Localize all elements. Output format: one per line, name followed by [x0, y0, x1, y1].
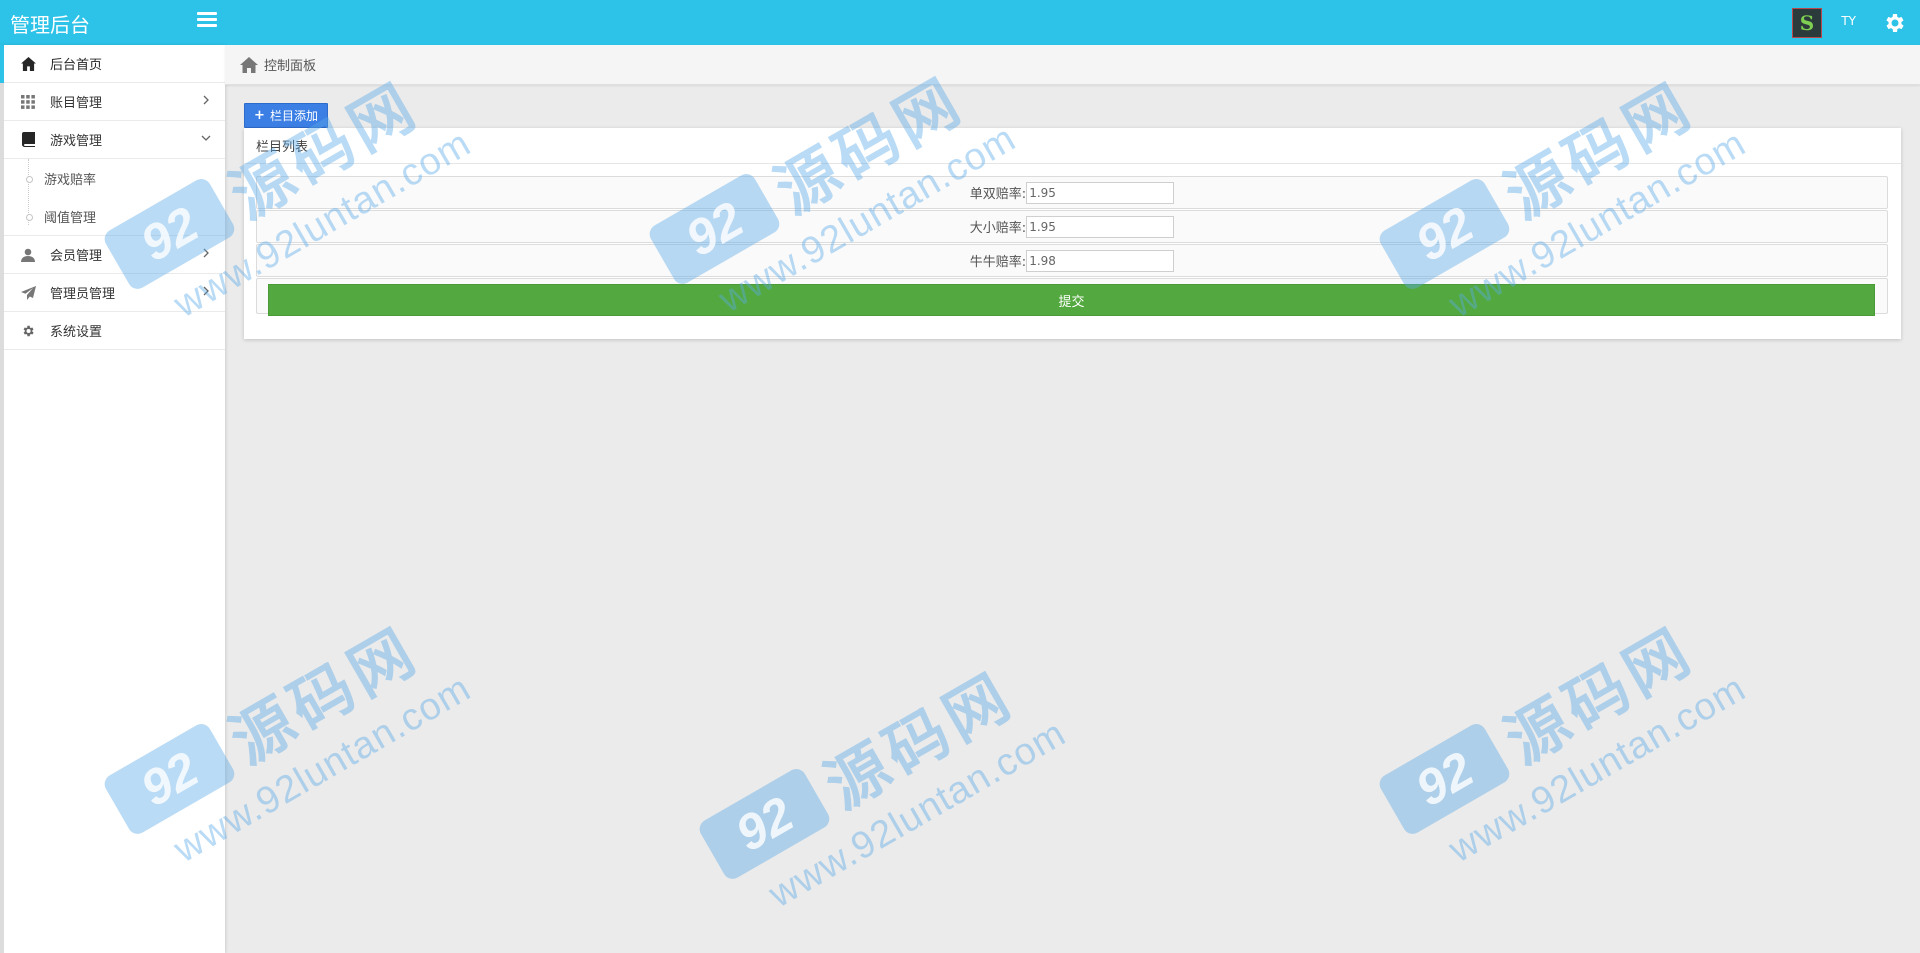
submit-row: 提交: [256, 278, 1888, 316]
chevron-right-icon: [203, 248, 209, 258]
submit-button[interactable]: 提交: [268, 284, 1875, 316]
sidebar-item-label: 后台首页: [50, 58, 103, 73]
sidebar-item-accounts[interactable]: 账目管理: [4, 83, 225, 121]
avatar[interactable]: S: [1792, 8, 1822, 38]
chevron-down-icon: [201, 135, 211, 141]
sidebar-item-members[interactable]: 会员管理: [4, 236, 225, 274]
home-icon[interactable]: [240, 56, 258, 73]
big-small-odds-input[interactable]: [1026, 215, 1175, 238]
sidebar-item-home[interactable]: 后台首页: [0, 45, 225, 83]
plus-icon: +: [254, 108, 265, 123]
sidebar-item-settings[interactable]: 系统设置: [4, 312, 225, 350]
chevron-right-icon: [203, 286, 209, 296]
watermark: 92 源码网 www.92luntan.com: [1370, 588, 1754, 887]
book-icon: [20, 132, 36, 148]
niuniu-odds-input[interactable]: [1026, 249, 1175, 272]
breadcrumb-label[interactable]: 控制面板: [264, 55, 316, 74]
sidebar-item-label: 账目管理: [50, 96, 103, 111]
menu-toggle-icon[interactable]: [197, 12, 217, 30]
top-navbar: 管理后台 S TY: [0, 0, 1920, 45]
games-submenu: 游戏赔率 阈值管理: [4, 159, 225, 236]
grid-icon: [20, 94, 36, 110]
username[interactable]: TY: [1841, 14, 1856, 28]
sidebar-item-label: 游戏管理: [50, 134, 103, 149]
breadcrumb: 控制面板: [225, 45, 1920, 85]
odd-even-odds-input[interactable]: [1026, 181, 1175, 204]
add-column-label: 栏目添加: [269, 109, 318, 123]
gear-icon: [20, 323, 36, 339]
column-list-panel: 栏目列表 单双赔率: 大小赔率: 牛牛赔率: 提交: [244, 128, 1901, 339]
odds-row-big-small: 大小赔率:: [256, 210, 1888, 243]
sidebar-item-games[interactable]: 游戏管理: [4, 121, 225, 159]
sidebar-item-label: 管理员管理: [50, 287, 116, 302]
panel-title: 栏目列表: [244, 128, 1901, 164]
sidebar-item-label: 会员管理: [50, 249, 103, 264]
field-label: 大小赔率:: [969, 221, 1027, 236]
submenu-item-game-odds[interactable]: 游戏赔率: [4, 159, 225, 197]
brand-title[interactable]: 管理后台: [10, 9, 90, 38]
submenu-item-threshold[interactable]: 阈值管理: [4, 197, 225, 235]
gear-icon[interactable]: [1882, 11, 1906, 35]
field-label: 牛牛赔率:: [969, 255, 1027, 270]
watermark: 92 源码网 www.92luntan.com: [690, 633, 1074, 932]
odds-row-niuniu: 牛牛赔率:: [256, 244, 1888, 277]
sidebar-item-label: 系统设置: [50, 325, 103, 340]
sidebar: 后台首页 账目管理 游戏管理 游戏赔率 阈值管理 会员管理 管理员管理 系统设置: [0, 45, 225, 953]
home-icon: [20, 56, 36, 72]
user-icon: [20, 247, 36, 263]
sidebar-item-admins[interactable]: 管理员管理: [4, 274, 225, 312]
add-column-button[interactable]: + 栏目添加: [244, 103, 328, 128]
send-icon: [20, 285, 36, 301]
chevron-right-icon: [203, 95, 209, 105]
field-label: 单双赔率:: [969, 187, 1027, 202]
odds-row-odd-even: 单双赔率:: [256, 176, 1888, 209]
